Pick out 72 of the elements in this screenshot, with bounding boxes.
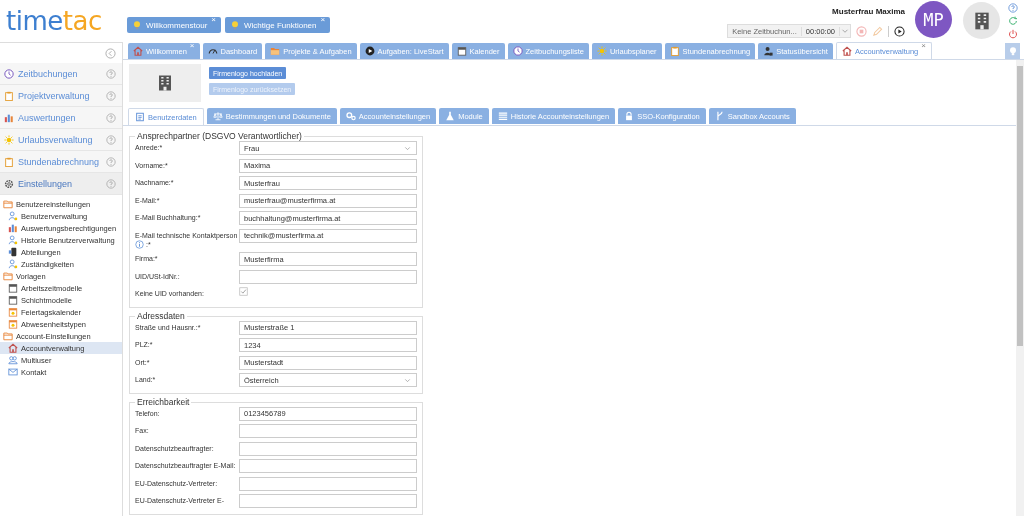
- sun-icon: [596, 46, 607, 56]
- clipboard-icon: [4, 156, 14, 167]
- input-field[interactable]: [239, 494, 417, 508]
- calendar-icon: [8, 295, 18, 305]
- phone-icon: [8, 247, 18, 257]
- clock-icon: [4, 68, 14, 79]
- scale-icon: [212, 111, 223, 121]
- sun-icon: [4, 134, 14, 145]
- calendar-icon: [456, 46, 467, 56]
- lightbulb-icon: [132, 20, 142, 30]
- help-icon: [106, 112, 116, 123]
- logo: timetac: [5, 5, 103, 36]
- play-icon[interactable]: [894, 25, 905, 37]
- pencil-icon[interactable]: [872, 25, 883, 37]
- help-icon: [106, 156, 116, 167]
- scrollbar[interactable]: [1016, 60, 1024, 516]
- house-icon: [841, 46, 852, 56]
- settings-icon: [4, 178, 14, 189]
- flask-icon: [445, 111, 456, 121]
- clock-icon: [512, 46, 523, 56]
- company-avatar[interactable]: [963, 2, 1000, 39]
- sidebar-section[interactable]: Einstellungen: [0, 173, 122, 195]
- branch-icon: [714, 111, 725, 121]
- help-icon: [106, 178, 116, 189]
- person-icon: [763, 46, 774, 56]
- users-icon: [8, 355, 18, 365]
- user-icon: [8, 235, 18, 245]
- user-name: Musterfrau Maxima: [832, 7, 905, 16]
- folder-icon: [3, 271, 13, 281]
- collapse-icon[interactable]: [105, 47, 116, 59]
- folder-icon: [270, 46, 281, 56]
- power-icon[interactable]: [1008, 29, 1018, 39]
- hints-button[interactable]: [1005, 43, 1020, 59]
- help-icon[interactable]: [1008, 3, 1018, 13]
- input-field[interactable]: [239, 441, 417, 456]
- help-icon: [106, 90, 116, 101]
- folder-icon: [3, 331, 13, 341]
- help-icon: [106, 68, 116, 79]
- bar-chart-icon: [4, 112, 14, 123]
- calendar-icon: [8, 319, 18, 329]
- checkbox[interactable]: [239, 287, 248, 296]
- house-icon: [133, 46, 143, 56]
- building-icon: [156, 74, 174, 92]
- bar-chart-icon: [8, 223, 18, 233]
- envelope-icon: [8, 367, 18, 377]
- document-icon: [135, 112, 145, 122]
- refresh-icon[interactable]: [1008, 16, 1018, 26]
- clipboard-icon: [4, 90, 14, 101]
- calendar-icon: [8, 307, 18, 317]
- stop-icon[interactable]: [856, 25, 867, 37]
- clipboard-icon: [669, 46, 680, 56]
- section-title: Ansprechpartner (DSGVO Verantwortlicher): [136, 132, 303, 141]
- calendar-icon: [8, 283, 18, 293]
- input-field[interactable]: [239, 476, 417, 491]
- lock-icon: [624, 111, 635, 121]
- user-icon: [8, 259, 18, 269]
- list-icon: [497, 111, 508, 121]
- input-field[interactable]: [239, 269, 417, 284]
- help-icon: [106, 134, 116, 145]
- lightbulb-icon: [1007, 46, 1018, 56]
- user-avatar[interactable]: MP: [915, 1, 952, 38]
- input-field[interactable]: [239, 424, 417, 438]
- lightbulb-icon: [230, 20, 240, 30]
- house-icon: [8, 343, 18, 353]
- gauge-icon: [207, 46, 218, 56]
- folder-icon: [3, 199, 13, 209]
- gears-icon: [345, 111, 356, 121]
- input-field[interactable]: [239, 459, 417, 473]
- section-title: Adressdaten: [136, 311, 186, 321]
- play-icon: [364, 46, 375, 56]
- user-icon: [8, 211, 18, 221]
- section-title: Erreichbarkeit: [136, 397, 191, 407]
